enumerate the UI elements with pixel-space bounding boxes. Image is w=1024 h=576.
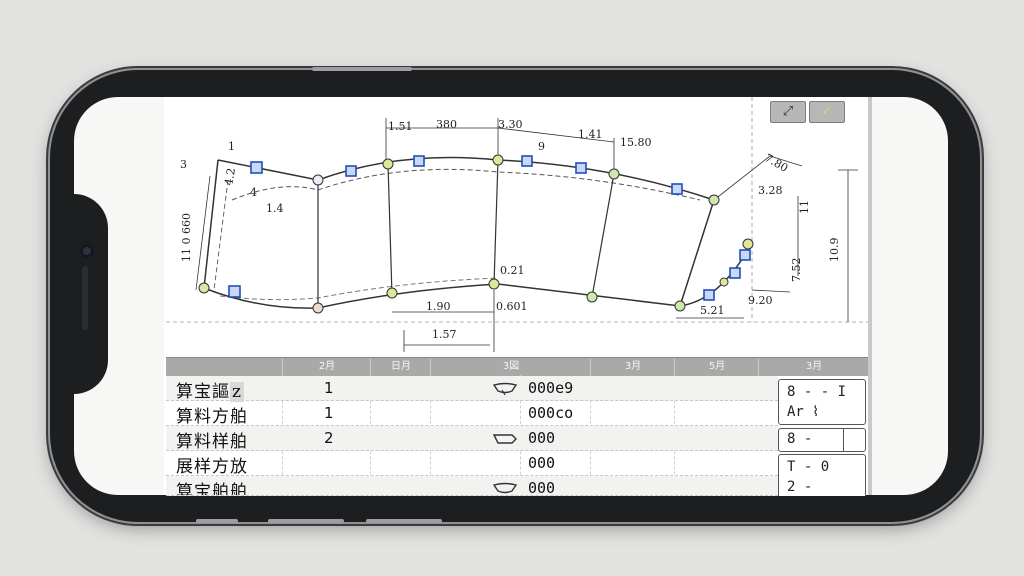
table-header: 2月 日月 3図 3月 5月 3月 bbox=[166, 357, 868, 376]
dim-top-1: 1.51 bbox=[388, 120, 413, 133]
dim-top-2: 380 bbox=[436, 118, 457, 131]
table-row[interactable]: 算宝舶舶 000 bbox=[166, 476, 778, 496]
dim-left-a: 4 bbox=[250, 186, 257, 199]
dim-right-328: 3.28 bbox=[758, 184, 783, 197]
dim-top-5: 15.80 bbox=[620, 136, 652, 149]
header-col-2[interactable]: 日月 bbox=[370, 358, 431, 376]
row-value: 000co bbox=[528, 404, 574, 422]
header-col-1[interactable]: 2月 bbox=[282, 358, 371, 376]
side-box-line: 2 - bbox=[787, 479, 813, 495]
dim-top-4: 1.41 bbox=[578, 128, 603, 141]
dim-bottom-190: 1.90 bbox=[426, 300, 451, 313]
boat-icon bbox=[492, 382, 518, 396]
dim-left-3: 3 bbox=[180, 158, 187, 171]
dim-right-v2: 7.52 bbox=[790, 258, 803, 283]
row-value: 000 bbox=[528, 479, 556, 496]
header-col-3[interactable]: 3図 bbox=[430, 358, 591, 376]
row-value: 000e9 bbox=[528, 379, 574, 397]
dim-bottom-157: 1.57 bbox=[432, 328, 457, 341]
side-box-line: T - 0 bbox=[787, 459, 830, 475]
dim-mid-0601: 0.601 bbox=[496, 300, 528, 313]
bottom-edge bbox=[203, 245, 751, 309]
table-row[interactable]: 算料方舶 1 000co bbox=[166, 401, 778, 427]
dim-right-top: 7.80 bbox=[763, 151, 791, 175]
header-col-5[interactable]: 5月 bbox=[674, 358, 759, 376]
table-row[interactable]: 算宝謳 z 1 000e9 bbox=[166, 376, 778, 402]
side-box-line: 8 - bbox=[787, 431, 813, 447]
dim-left-v2: 4.2 bbox=[222, 167, 238, 186]
row-name: 算料方舶 bbox=[176, 407, 248, 427]
dim-left-vert: 11 0 660 bbox=[180, 213, 193, 262]
row-name: 算宝謳 z bbox=[176, 382, 244, 402]
row-number: 1 bbox=[324, 404, 334, 422]
table-row[interactable]: 算料样舶 2 000 bbox=[166, 426, 778, 452]
node-markers[interactable] bbox=[198, 154, 754, 314]
top-offset-line bbox=[231, 168, 701, 201]
dim-right-521: 5.21 bbox=[700, 304, 725, 317]
row-value: 000 bbox=[528, 454, 556, 472]
row-name: 算宝舶舶 bbox=[176, 482, 248, 496]
dim-mid-021: 0.21 bbox=[500, 264, 525, 277]
row-name: 展样方放 bbox=[176, 457, 248, 477]
row-number: 1 bbox=[324, 379, 334, 397]
dim-top-3: 3.30 bbox=[498, 118, 523, 131]
dim-right-v3: 10.9 bbox=[828, 238, 841, 263]
dim-top-small: 9 bbox=[538, 140, 545, 153]
side-panel-box-3[interactable]: T - 0 2 - bbox=[778, 454, 866, 496]
header-col-6[interactable]: 3月 bbox=[758, 358, 869, 376]
dim-right-v1: 11 bbox=[798, 200, 811, 214]
phone-notch bbox=[50, 194, 108, 394]
row-name: 算料样舶 bbox=[176, 432, 248, 452]
top-edge bbox=[217, 156, 715, 201]
row-value: 000 bbox=[528, 429, 556, 447]
side-panel-box-1[interactable]: 8 - - I Ar ⌇ bbox=[778, 379, 866, 425]
boat-icon bbox=[492, 434, 517, 444]
dim-left-b: 1.4 bbox=[266, 202, 284, 215]
row-number: 2 bbox=[324, 429, 334, 447]
camera-icon bbox=[80, 244, 94, 258]
side-box-line: Ar ⌇ bbox=[787, 404, 820, 420]
boat-icon bbox=[492, 482, 518, 494]
header-col-4[interactable]: 3月 bbox=[590, 358, 675, 376]
side-panel-box-2[interactable]: 8 - bbox=[778, 428, 866, 452]
speaker-grille bbox=[82, 266, 88, 330]
side-box-line: 8 - - I bbox=[787, 384, 847, 400]
dim-left-top: 1 bbox=[228, 140, 235, 153]
table-row[interactable]: 展样方放 000 bbox=[166, 451, 778, 477]
dim-right-920: 9.20 bbox=[748, 294, 773, 307]
